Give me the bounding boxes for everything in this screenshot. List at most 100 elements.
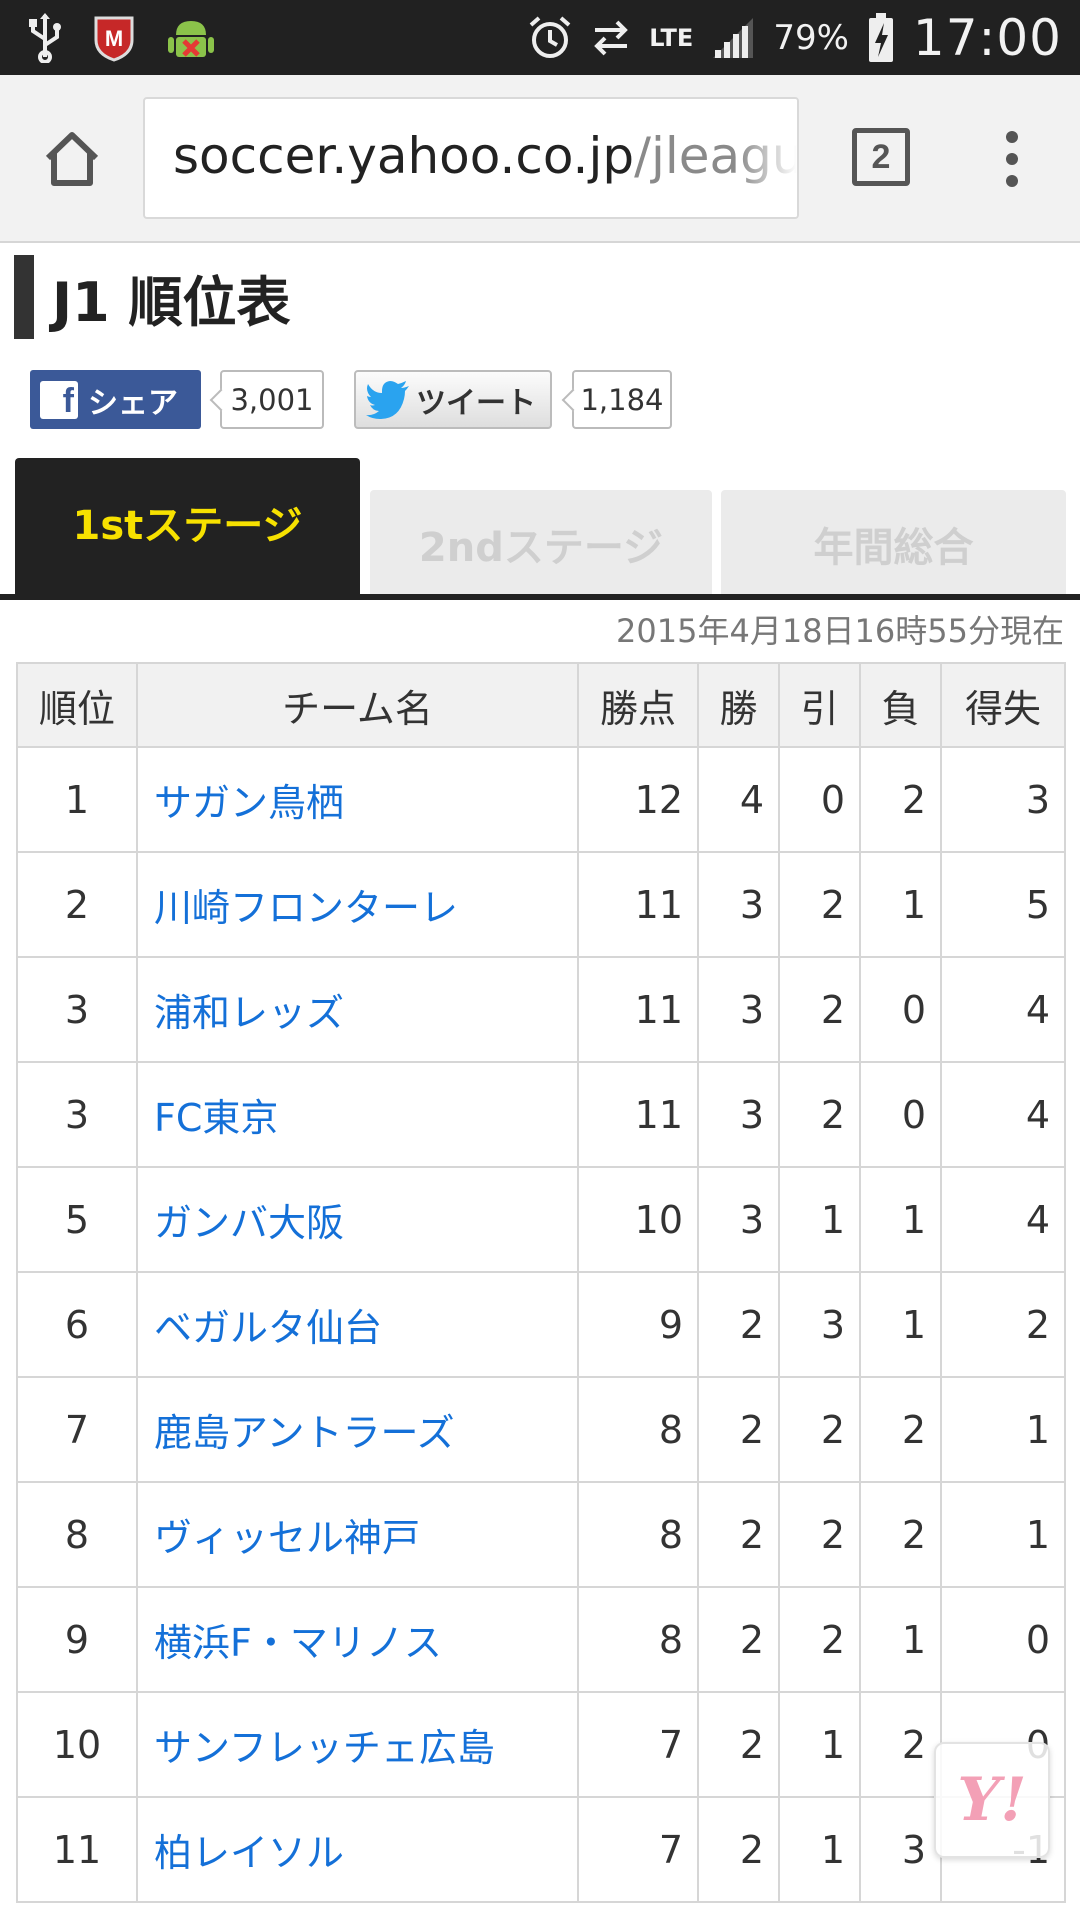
overflow-menu-icon[interactable] (1000, 125, 1024, 193)
cell-points: 7 (577, 1796, 699, 1903)
update-timestamp: 2015年4月18日16時55分現在 (616, 612, 1064, 650)
team-link[interactable]: ヴィッセル神戸 (154, 1516, 420, 1560)
table-row[interactable]: 9 横浜F・マリノス 8 2 2 1 0 (16, 1586, 1066, 1693)
cell-goal-diff: 4 (940, 1166, 1066, 1273)
home-button[interactable] (38, 125, 106, 193)
cell-wins: 2 (697, 1691, 780, 1798)
team-link[interactable]: ガンバ大阪 (154, 1201, 344, 1245)
twitter-tweet-label: ツイート (416, 385, 536, 421)
table-row[interactable]: 2 川崎フロンターレ 11 3 2 1 5 (16, 851, 1066, 958)
cell-draws: 2 (778, 1481, 861, 1588)
team-link[interactable]: 横浜F・マリノス (154, 1621, 442, 1665)
cell-team: ベガルタ仙台 (136, 1271, 579, 1378)
cell-draws: 2 (778, 1061, 861, 1168)
signal-icon (711, 16, 755, 60)
table-row[interactable]: 1 サガン鳥栖 12 4 0 2 3 (16, 746, 1066, 853)
team-link[interactable]: ベガルタ仙台 (154, 1306, 382, 1350)
yahoo-logo: Y! (957, 1765, 1027, 1835)
twitter-bird-icon (366, 380, 410, 419)
cell-wins: 4 (697, 746, 780, 853)
table-row[interactable]: 7 鹿島アントラーズ 8 2 2 2 1 (16, 1376, 1066, 1483)
cell-goal-diff: 5 (940, 851, 1066, 958)
cell-goal-diff: 2 (940, 1271, 1066, 1378)
tab-annual-total[interactable]: 年間総合 (721, 490, 1066, 598)
cell-losses: 2 (859, 1691, 942, 1798)
table-row[interactable]: 3 FC東京 11 3 2 0 4 (16, 1061, 1066, 1168)
table-row[interactable]: 10サンフレッチェ広島72120 (16, 1691, 1066, 1798)
cell-rank: 5 (16, 1166, 138, 1273)
team-link[interactable]: サガン鳥栖 (154, 781, 344, 825)
cell-goal-diff: 4 (940, 956, 1066, 1063)
cell-draws: 1 (778, 1691, 861, 1798)
cell-team: サンフレッチェ広島 (136, 1691, 579, 1798)
tab-1st-stage[interactable]: 1stステージ (15, 458, 360, 598)
cell-points: 8 (577, 1376, 699, 1483)
cell-wins: 2 (697, 1796, 780, 1903)
data-transfer-icon (591, 18, 631, 58)
cell-wins: 2 (697, 1481, 780, 1588)
page-title: J1 順位表 (52, 270, 291, 334)
team-link[interactable]: 浦和レッズ (154, 991, 344, 1035)
cell-rank: 6 (16, 1271, 138, 1378)
cell-rank: 9 (16, 1586, 138, 1693)
battery-percent: 79% (773, 17, 849, 58)
cell-draws: 2 (778, 851, 861, 958)
header-rank: 順位 (16, 662, 138, 748)
team-link[interactable]: サンフレッチェ広島 (154, 1726, 495, 1770)
url-bar[interactable]: soccer.yahoo.co.jp/jleague (143, 97, 799, 219)
twitter-tweet-button[interactable]: ツイート (354, 370, 552, 429)
page-heading: J1 順位表 (14, 255, 290, 339)
cell-rank: 1 (16, 746, 138, 853)
stage-tabs: 1stステージ 2ndステージ 年間総合 (0, 458, 1080, 598)
facebook-icon: f (40, 380, 78, 419)
table-row[interactable]: 5 ガンバ大阪 10 3 1 1 4 (16, 1166, 1066, 1273)
cell-wins: 3 (697, 851, 780, 958)
cell-points: 7 (577, 1691, 699, 1798)
cell-goal-diff: 0 (940, 1586, 1066, 1693)
cell-rank: 3 (16, 956, 138, 1063)
url-host: soccer.yahoo.co.jp (173, 127, 635, 185)
header-team: チーム名 (136, 662, 579, 748)
table-row[interactable]: 3 浦和レッズ 11 3 2 0 4 (16, 956, 1066, 1063)
table-row[interactable]: 8 ヴィッセル神戸 8 2 2 2 1 (16, 1481, 1066, 1588)
cell-losses: 1 (859, 1586, 942, 1693)
cell-goal-diff: 1 (940, 1376, 1066, 1483)
yahoo-floating-button[interactable]: Y! (934, 1742, 1050, 1858)
home-icon (45, 132, 99, 186)
cell-team: サガン鳥栖 (136, 746, 579, 853)
team-link[interactable]: 川崎フロンターレ (154, 886, 458, 930)
cell-points: 10 (577, 1166, 699, 1273)
header-losses: 負 (859, 662, 942, 748)
cell-losses: 2 (859, 1376, 942, 1483)
table-row[interactable]: 11柏レイソル7213-1 (16, 1796, 1066, 1903)
cell-draws: 2 (778, 1376, 861, 1483)
team-link[interactable]: 柏レイソル (154, 1831, 344, 1875)
lte-icon: LTE (649, 23, 694, 52)
cell-points: 11 (577, 851, 699, 958)
cell-goal-diff: 3 (940, 746, 1066, 853)
facebook-share-count: 3,001 (220, 370, 324, 429)
android-debug-icon (166, 13, 216, 63)
cell-goal-diff: 1 (940, 1481, 1066, 1588)
cell-rank: 7 (16, 1376, 138, 1483)
cell-draws: 0 (778, 746, 861, 853)
team-link[interactable]: FC東京 (154, 1096, 278, 1140)
facebook-share-button[interactable]: f シェア (30, 370, 201, 429)
table-row[interactable]: 6 ベガルタ仙台 9 2 3 1 2 (16, 1271, 1066, 1378)
cell-rank: 10 (16, 1691, 138, 1798)
tab-2nd-stage[interactable]: 2ndステージ (370, 490, 712, 598)
cell-losses: 3 (859, 1796, 942, 1903)
team-link[interactable]: 鹿島アントラーズ (154, 1411, 455, 1455)
cell-team: 鹿島アントラーズ (136, 1376, 579, 1483)
cell-wins: 2 (697, 1586, 780, 1693)
standings-body: 1 サガン鳥栖 12 4 0 2 3 2 川崎フロンターレ 11 3 2 1 5 3 浦和レッズ 11 3 2 0 4 3… (16, 746, 1066, 1903)
tab-switcher-button[interactable]: 2 (852, 128, 910, 186)
cell-wins: 3 (697, 956, 780, 1063)
header-wins: 勝 (697, 662, 780, 748)
cell-losses: 2 (859, 1481, 942, 1588)
cell-points: 9 (577, 1271, 699, 1378)
mcafee-icon: M (92, 14, 136, 62)
clock: 17:00 (912, 8, 1062, 67)
cell-losses: 1 (859, 1166, 942, 1273)
url-fade (737, 99, 797, 217)
